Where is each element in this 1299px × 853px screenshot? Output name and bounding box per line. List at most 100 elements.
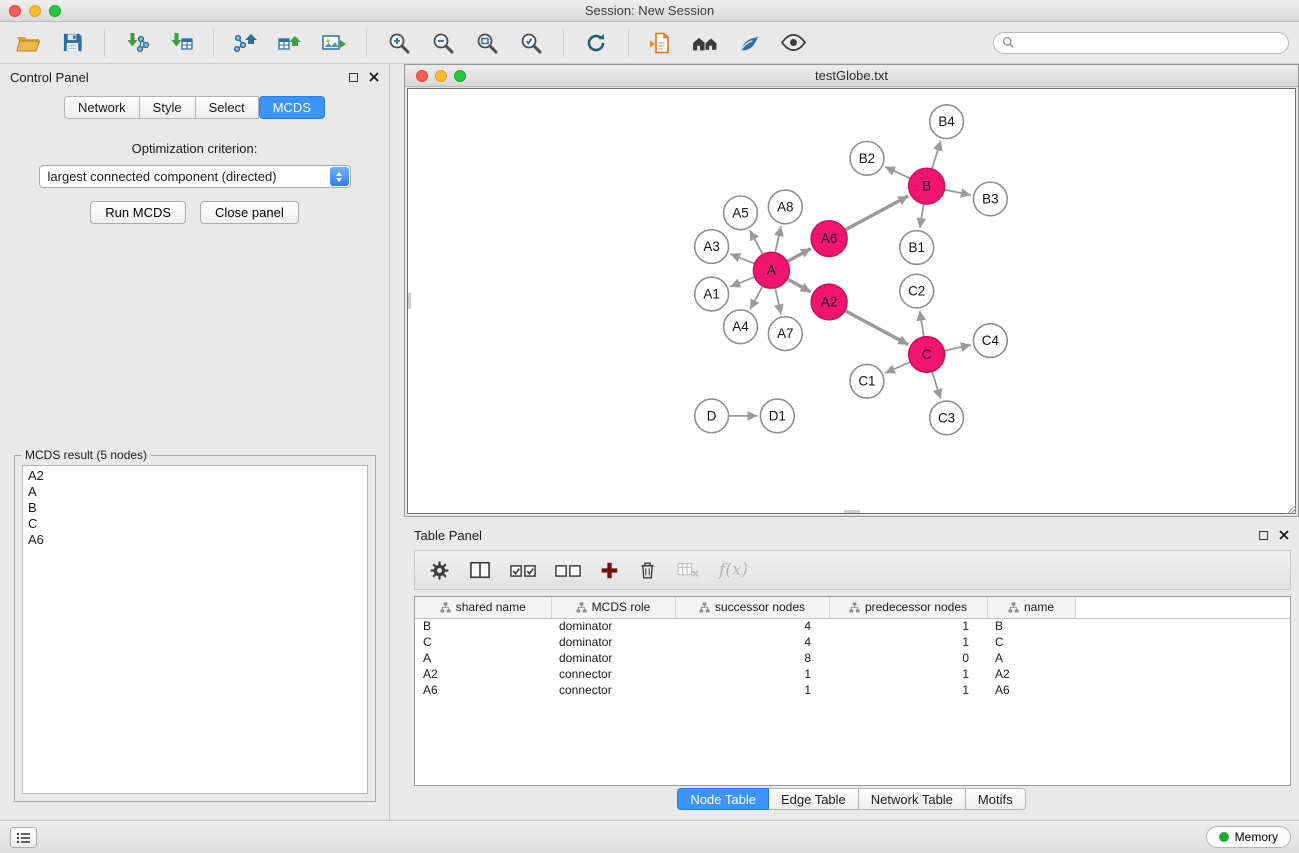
table-cell[interactable]: C — [415, 634, 551, 650]
table-row[interactable]: A2connector11A2 — [415, 666, 1290, 682]
minimize-network-window-button[interactable] — [435, 70, 447, 82]
zoom-selected-button[interactable] — [513, 27, 549, 59]
tab-network-table[interactable]: Network Table — [859, 788, 966, 810]
graph-edge-A6-B[interactable] — [845, 196, 908, 230]
show-columns-button[interactable] — [469, 555, 491, 585]
show-panels-button[interactable] — [10, 827, 37, 848]
graph-node-B1[interactable]: B1 — [900, 231, 934, 265]
graph-node-A[interactable]: A — [753, 252, 789, 288]
graph-node-A5[interactable]: A5 — [724, 196, 758, 230]
column-header[interactable]: name — [987, 597, 1075, 618]
annotation-button[interactable] — [731, 27, 767, 59]
table-cell[interactable]: 1 — [829, 682, 987, 698]
optimization-criterion-select[interactable]: largest connected component (directed) — [39, 165, 351, 188]
graph-node-B[interactable]: B — [909, 168, 945, 204]
column-header[interactable]: MCDS role — [551, 597, 675, 618]
open-session-button[interactable] — [10, 27, 46, 59]
tab-motifs[interactable]: Motifs — [966, 788, 1026, 810]
table-cell[interactable]: connector — [551, 666, 675, 682]
refresh-button[interactable] — [578, 27, 614, 59]
table-cell[interactable]: A2 — [415, 666, 551, 682]
share-table-button[interactable] — [272, 27, 308, 59]
table-row[interactable]: Cdominator41C — [415, 634, 1290, 650]
graph-edge-C-C4[interactable] — [944, 345, 971, 351]
table-row[interactable]: Adominator80A — [415, 650, 1290, 666]
graph-edge-A-A7[interactable] — [775, 288, 781, 315]
table-row[interactable]: Bdominator41B — [415, 618, 1290, 634]
table-cell[interactable]: A6 — [987, 682, 1075, 698]
table-cell[interactable]: dominator — [551, 634, 675, 650]
table-cell[interactable]: A6 — [415, 682, 551, 698]
result-item[interactable]: A — [28, 484, 362, 500]
tab-network[interactable]: Network — [64, 96, 140, 119]
mcds-result-list[interactable]: A2ABCA6 — [22, 465, 368, 794]
graph-node-A4[interactable]: A4 — [724, 310, 758, 344]
graph-node-A6[interactable]: A6 — [811, 221, 847, 257]
network-canvas[interactable]: B4B2BB3A8A5A6B1A3AC2A1A2A4A7C4CC1C3DD1 — [407, 88, 1296, 514]
result-item[interactable]: B — [28, 500, 362, 516]
tab-select[interactable]: Select — [196, 96, 259, 119]
deselect-all-button[interactable] — [555, 555, 581, 585]
graph-edge-A-A6[interactable] — [787, 249, 811, 262]
share-network-button[interactable] — [228, 27, 264, 59]
table-cell[interactable]: A2 — [987, 666, 1075, 682]
graph-node-B2[interactable]: B2 — [850, 142, 884, 176]
close-window-button[interactable] — [9, 5, 21, 17]
graph-node-B3[interactable]: B3 — [973, 182, 1007, 216]
float-panel-icon[interactable] — [349, 73, 358, 82]
zoom-out-button[interactable] — [425, 27, 461, 59]
column-header[interactable]: shared name — [415, 597, 551, 618]
graph-edge-A-A4[interactable] — [750, 286, 763, 309]
graph-node-A8[interactable]: A8 — [768, 190, 802, 224]
memory-button[interactable]: Memory — [1206, 826, 1291, 848]
table-cell[interactable]: A — [415, 650, 551, 666]
graph-node-C2[interactable]: C2 — [900, 274, 934, 308]
table-settings-button[interactable] — [429, 555, 450, 585]
graph-node-B4[interactable]: B4 — [930, 105, 964, 139]
delete-column-button[interactable] — [638, 555, 657, 585]
result-item[interactable]: A6 — [28, 532, 362, 548]
zoom-fit-button[interactable] — [469, 27, 505, 59]
export-image-button[interactable] — [316, 27, 352, 59]
tab-mcds[interactable]: MCDS — [259, 96, 325, 119]
zoom-window-button[interactable] — [49, 5, 61, 17]
close-mcds-panel-button[interactable]: Close panel — [200, 201, 299, 224]
table-cell[interactable]: 4 — [675, 634, 829, 650]
save-session-button[interactable] — [54, 27, 90, 59]
graph-node-A2[interactable]: A2 — [811, 284, 847, 320]
table-cell[interactable]: 0 — [829, 650, 987, 666]
close-table-panel-icon[interactable] — [1279, 528, 1289, 543]
table-cell[interactable]: C — [987, 634, 1075, 650]
show-details-button[interactable] — [775, 27, 811, 59]
table-cell[interactable]: dominator — [551, 618, 675, 634]
graph-edge-C-C3[interactable] — [932, 372, 941, 399]
table-row[interactable]: A6connector11A6 — [415, 682, 1290, 698]
graph-node-D1[interactable]: D1 — [760, 399, 794, 433]
minimize-window-button[interactable] — [29, 5, 41, 17]
graph-edge-A-A5[interactable] — [750, 230, 763, 254]
table-cell[interactable]: connector — [551, 682, 675, 698]
graph-edge-B-B1[interactable] — [920, 204, 924, 228]
open-document-button[interactable] — [643, 27, 679, 59]
tab-edge-table[interactable]: Edge Table — [769, 788, 859, 810]
graph-node-C1[interactable]: C1 — [850, 364, 884, 398]
graph-edge-A-A2[interactable] — [787, 279, 811, 292]
close-network-window-button[interactable] — [416, 70, 428, 82]
graph-edge-A2-C[interactable] — [845, 311, 908, 345]
graph-edge-A-A1[interactable] — [730, 277, 755, 287]
graph-node-A1[interactable]: A1 — [695, 277, 729, 311]
zoom-network-window-button[interactable] — [454, 70, 466, 82]
graph-node-A7[interactable]: A7 — [768, 317, 802, 351]
table-cell[interactable]: B — [415, 618, 551, 634]
table-cell[interactable]: 4 — [675, 618, 829, 634]
table-cell[interactable]: 1 — [675, 682, 829, 698]
graph-node-D[interactable]: D — [695, 399, 729, 433]
table-cell[interactable]: 1 — [829, 634, 987, 650]
table-cell[interactable]: 8 — [675, 650, 829, 666]
graph-edge-A-A3[interactable] — [730, 254, 755, 264]
graph-node-C3[interactable]: C3 — [930, 401, 964, 435]
float-table-panel-icon[interactable] — [1259, 531, 1268, 540]
tab-node-table[interactable]: Node Table — [677, 788, 769, 810]
graph-edge-B-B2[interactable] — [885, 167, 910, 179]
column-header[interactable]: predecessor nodes — [829, 597, 987, 618]
